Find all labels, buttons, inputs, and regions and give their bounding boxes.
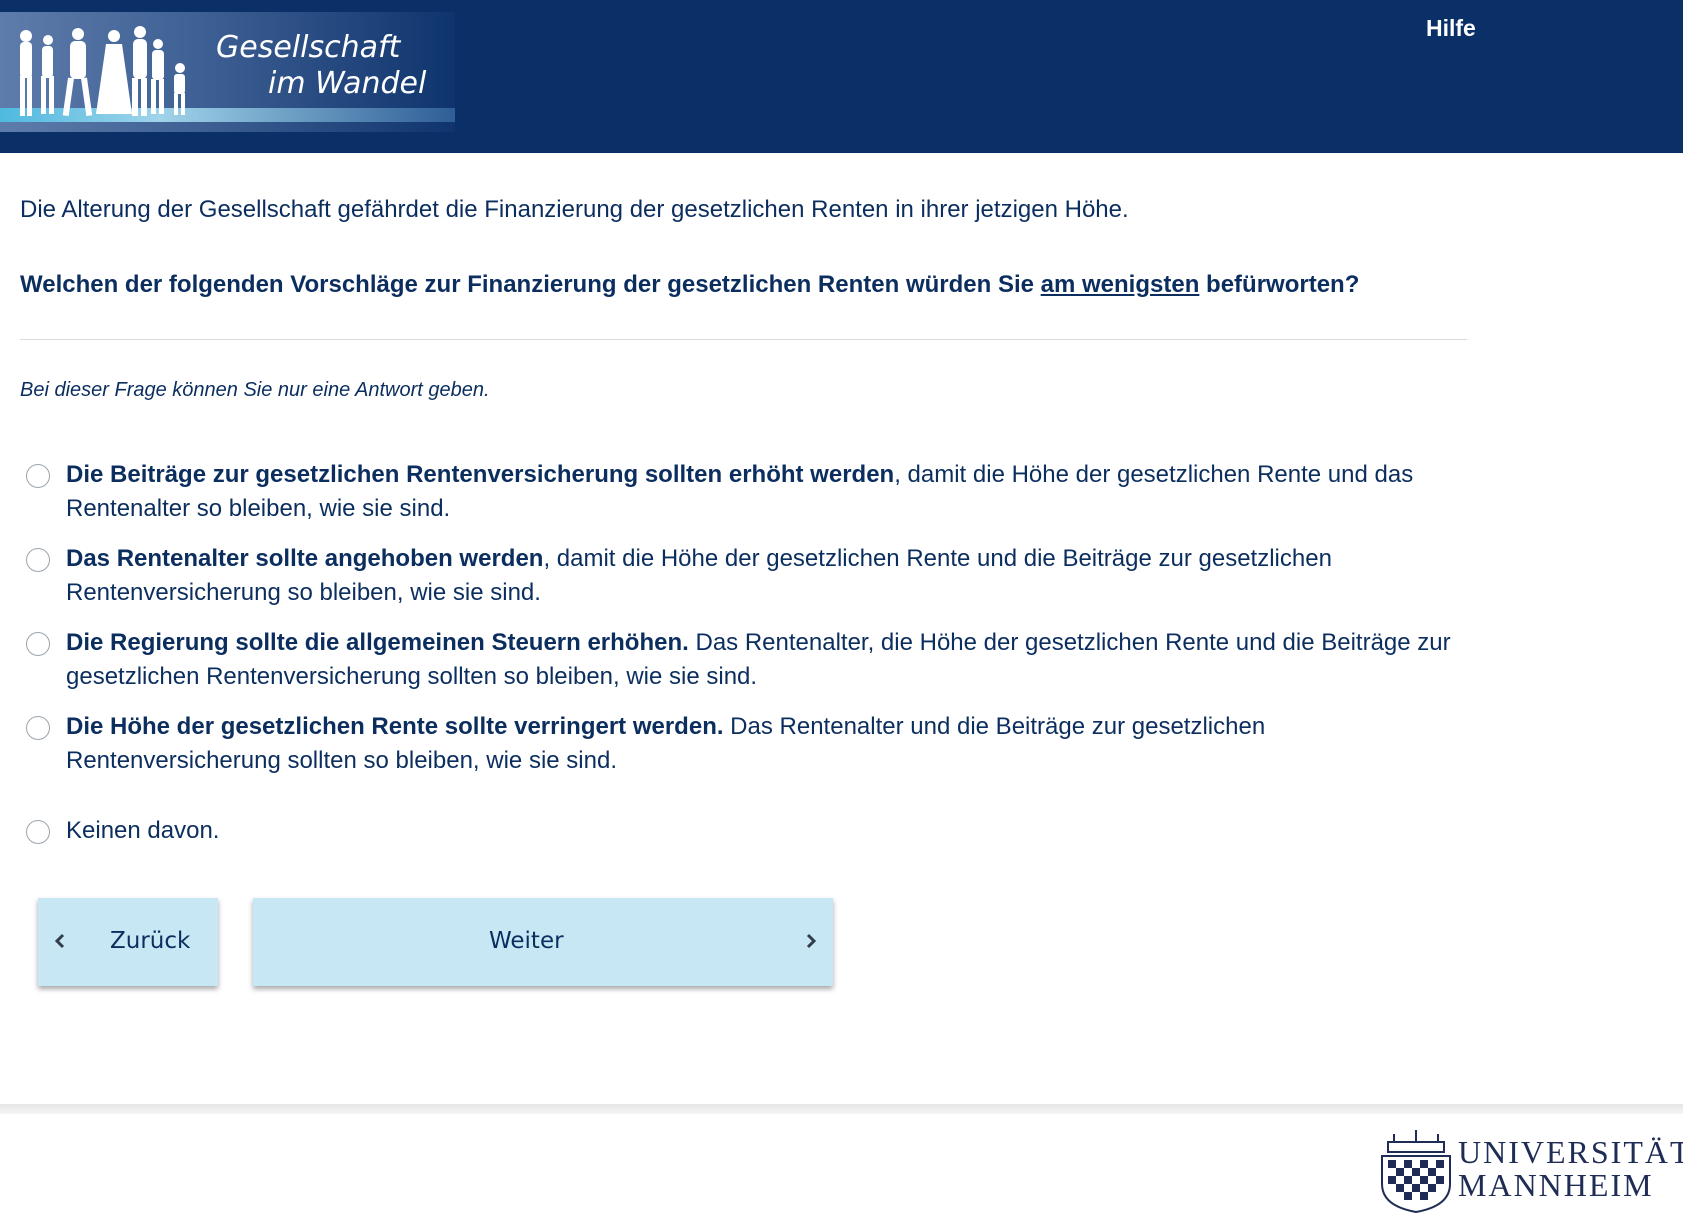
radio-button[interactable] bbox=[26, 548, 50, 572]
question-part-1: Welchen der folgenden Vorschläge zur Fin… bbox=[20, 271, 1041, 298]
option-bold-text: Die Beiträge zur gesetzlichen Rentenvers… bbox=[66, 461, 895, 488]
answer-option-1[interactable]: Die Beiträge zur gesetzlichen Rentenvers… bbox=[24, 458, 1464, 526]
option-text: Keinen davon. bbox=[66, 817, 220, 844]
question-text: Welchen der folgenden Vorschläge zur Fin… bbox=[20, 268, 1460, 302]
university-name: UNIVERSITÄT MANNHEIM bbox=[1458, 1136, 1683, 1202]
radio-button[interactable] bbox=[26, 464, 50, 488]
back-button[interactable]: Zurück bbox=[38, 898, 218, 986]
next-button-label: Weiter bbox=[489, 928, 564, 954]
answer-options: Die Beiträge zur gesetzlichen Rentenvers… bbox=[24, 458, 1464, 864]
answer-option-none[interactable]: Keinen davon. bbox=[24, 814, 1464, 848]
intro-text: Die Alterung der Gesellschaft gefährdet … bbox=[20, 196, 1129, 223]
radio-button[interactable] bbox=[26, 716, 50, 740]
gesellschaft-im-wandel-logo: Gesellschaft im Wandel bbox=[0, 12, 455, 132]
question-part-2: befürworten? bbox=[1199, 271, 1360, 298]
answer-hint: Bei dieser Frage können Sie nur eine Ant… bbox=[20, 379, 490, 401]
help-link[interactable]: Hilfe bbox=[1426, 15, 1476, 42]
divider bbox=[20, 339, 1467, 340]
radio-button[interactable] bbox=[26, 632, 50, 656]
option-bold-text: Das Rentenalter sollte angehoben werden bbox=[66, 545, 544, 572]
chevron-left-icon bbox=[54, 933, 65, 949]
chevron-right-icon bbox=[806, 933, 817, 949]
university-line-2: MANNHEIM bbox=[1458, 1167, 1654, 1203]
next-button[interactable]: Weiter bbox=[253, 898, 833, 986]
logo-line-1: Gesellschaft bbox=[216, 30, 401, 65]
footer-divider bbox=[0, 1104, 1683, 1114]
option-bold-text: Die Regierung sollte die allgemeinen Ste… bbox=[66, 629, 689, 656]
question-emphasis: am wenigsten bbox=[1040, 271, 1200, 298]
university-line-1: UNIVERSITÄT bbox=[1458, 1134, 1683, 1170]
back-button-label: Zurück bbox=[110, 928, 191, 954]
answer-option-4[interactable]: Die Höhe der gesetzlichen Rente sollte v… bbox=[24, 710, 1464, 778]
option-bold-text: Die Höhe der gesetzlichen Rente sollte v… bbox=[66, 713, 724, 740]
radio-button[interactable] bbox=[26, 820, 50, 844]
university-mannheim-logo: UNIVERSITÄT MANNHEIM bbox=[1374, 1128, 1683, 1216]
university-crest-icon bbox=[1381, 1130, 1451, 1214]
logo-text: Gesellschaft im Wandel bbox=[216, 30, 426, 102]
logo-line-2: im Wandel bbox=[268, 66, 427, 101]
header-bar: Gesellschaft im Wandel Hilfe bbox=[0, 0, 1683, 153]
answer-option-2[interactable]: Das Rentenalter sollte angehoben werden,… bbox=[24, 542, 1464, 610]
people-silhouettes-icon bbox=[20, 26, 185, 117]
answer-option-3[interactable]: Die Regierung sollte die allgemeinen Ste… bbox=[24, 626, 1464, 694]
